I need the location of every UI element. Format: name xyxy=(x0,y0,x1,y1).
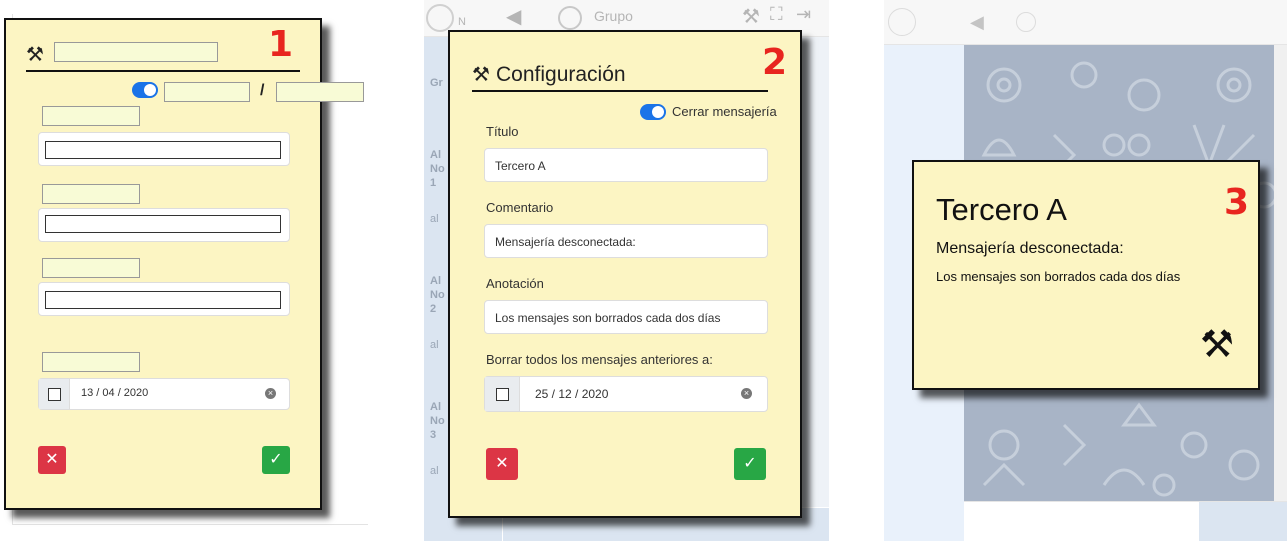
tools-icon[interactable]: ⚒ xyxy=(742,4,760,29)
cancel-button[interactable]: ✕ xyxy=(486,448,518,480)
panel-1: ⚒ 1 / 13 / 04 / 2020 × ✕ ✓ xyxy=(0,0,370,525)
anotacion-label: Anotación xyxy=(486,276,544,291)
fullscreen-icon[interactable]: ⛶ xyxy=(770,4,783,25)
anotacion-value: Los mensajes son borrados cada dos días xyxy=(495,311,721,325)
panel-number: 3 xyxy=(1224,182,1250,223)
note-comment: Mensajería desconectada: xyxy=(936,240,1124,257)
config-dialog: ⚒ Configuración 2 Cerrar mensajería Títu… xyxy=(448,30,802,518)
dialog-title: Configuración xyxy=(496,63,626,86)
date-field: 13 / 04 / 2020 × xyxy=(38,378,290,410)
note-annotation: Los mensajes son borrados cada dos días xyxy=(936,269,1181,284)
title-field-wrapper xyxy=(38,132,290,166)
back-arrow-icon[interactable]: ◀ xyxy=(506,4,521,29)
scrollbar[interactable] xyxy=(1274,45,1287,501)
titulo-input[interactable]: Tercero A xyxy=(484,148,768,182)
tools-icon: ⚒ xyxy=(26,44,44,66)
panel-number: 1 xyxy=(268,24,294,65)
comment-label-placeholder xyxy=(42,184,140,204)
comentario-label: Comentario xyxy=(486,200,554,215)
title-underline xyxy=(26,70,300,72)
titulo-value: Tercero A xyxy=(495,159,546,173)
tools-icon: ⚒ xyxy=(472,64,490,86)
cancel-button[interactable]: ✕ xyxy=(38,446,66,474)
delete-before-label-placeholder xyxy=(42,352,140,372)
confirm-button[interactable]: ✓ xyxy=(262,446,290,474)
confirm-button[interactable]: ✓ xyxy=(734,448,766,480)
comentario-input[interactable]: Mensajería desconectada: xyxy=(484,224,768,258)
date-checkbox-addon xyxy=(485,377,520,411)
back-arrow-icon[interactable]: ◀ xyxy=(970,12,984,33)
separator-slash: / xyxy=(260,82,265,99)
date-checkbox[interactable] xyxy=(496,388,509,401)
toggle-label-placeholder xyxy=(164,82,250,102)
close-messaging-toggle[interactable] xyxy=(640,104,666,120)
date-value[interactable]: 13 / 04 / 2020 xyxy=(81,387,148,399)
app-header: ◀ xyxy=(884,0,1287,45)
date-value[interactable]: 25 / 12 / 2020 xyxy=(535,387,608,401)
group-avatar-icon xyxy=(558,6,582,30)
annotation-label-placeholder xyxy=(42,258,140,278)
comment-input[interactable] xyxy=(45,215,281,233)
toggle-label-placeholder-overflow xyxy=(276,82,364,102)
config-dialog-skeleton: ⚒ 1 / 13 / 04 / 2020 × ✕ ✓ xyxy=(4,18,364,510)
user-avatar-icon[interactable] xyxy=(888,8,916,36)
closed-messaging-note: Tercero A 3 Mensajería desconectada: Los… xyxy=(912,160,1260,390)
titulo-label: Título xyxy=(486,124,519,139)
tools-icon[interactable]: ⚒ xyxy=(1200,322,1234,367)
user-avatar-icon[interactable] xyxy=(426,4,454,32)
title-input[interactable] xyxy=(45,141,281,159)
borrar-label: Borrar todos los mensajes anteriores a: xyxy=(486,352,713,367)
annotation-field-wrapper xyxy=(38,282,290,316)
toggle-label: Cerrar mensajería xyxy=(672,104,777,119)
date-checkbox[interactable] xyxy=(48,388,61,401)
comment-field-wrapper xyxy=(38,208,290,242)
note-title: Tercero A xyxy=(936,192,1067,227)
message-input-bar xyxy=(964,501,1287,541)
annotation-input[interactable] xyxy=(45,291,281,309)
title-placeholder xyxy=(54,42,218,62)
panel-2: N ◀ Grupo ⚒ ⛶ ⇥ Gr Al No 1 al Al No 2 al… xyxy=(424,0,829,541)
panel-number: 2 xyxy=(762,42,788,83)
header-sub: N xyxy=(458,16,466,28)
group-avatar-icon xyxy=(1016,12,1036,32)
date-checkbox-addon xyxy=(39,379,70,409)
group-name: Grupo xyxy=(594,8,633,24)
anotacion-input[interactable]: Los mensajes son borrados cada dos días xyxy=(484,300,768,334)
clear-date-icon[interactable]: × xyxy=(741,388,752,399)
exit-icon[interactable]: ⇥ xyxy=(796,4,811,25)
clear-date-icon[interactable]: × xyxy=(265,388,276,399)
close-messaging-toggle[interactable] xyxy=(132,82,158,98)
title-underline xyxy=(472,90,768,92)
title-label-placeholder xyxy=(42,106,140,126)
input-action-area[interactable] xyxy=(1199,502,1287,541)
date-field: 25 / 12 / 2020 × xyxy=(484,376,768,412)
panel-3: ◀ Tercero A 3 Mensajería desconectada: L… xyxy=(884,0,1287,541)
comentario-value: Mensajería desconectada: xyxy=(495,235,636,249)
